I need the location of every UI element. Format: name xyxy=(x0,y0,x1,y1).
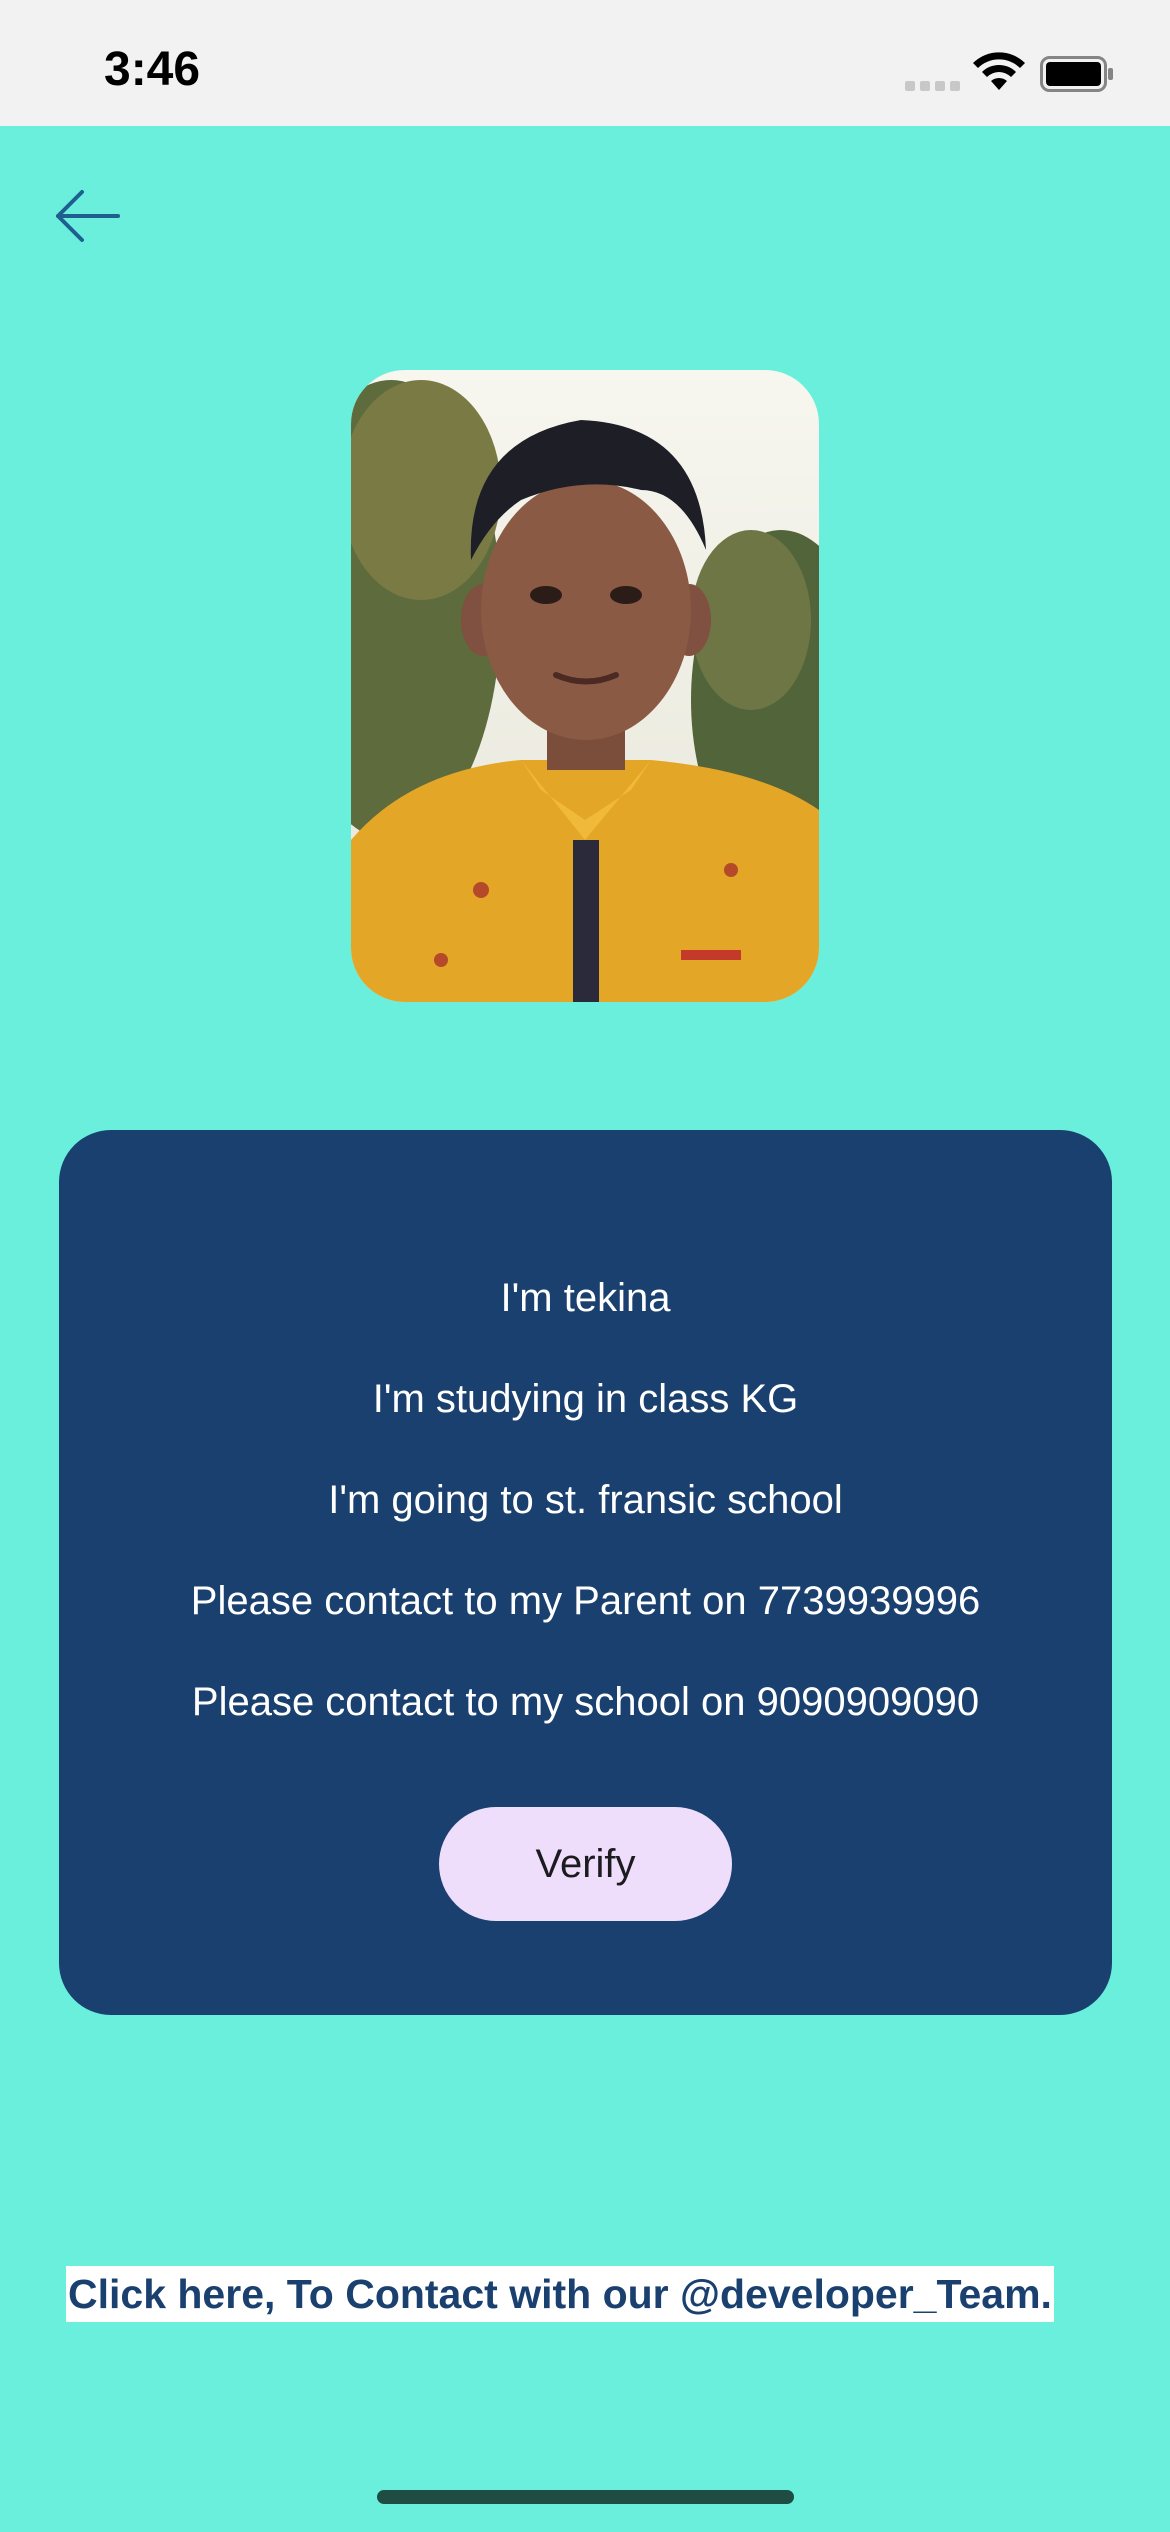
verify-button[interactable]: Verify xyxy=(439,1807,732,1921)
school-text: I'm going to st. fransic school xyxy=(328,1478,843,1522)
info-card: I'm tekina I'm studying in class KG I'm … xyxy=(59,1130,1112,2015)
name-text: I'm tekina xyxy=(500,1276,671,1320)
battery-icon xyxy=(1040,56,1113,92)
cellular-signal-icon xyxy=(905,81,961,91)
back-button[interactable] xyxy=(48,180,132,252)
class-text: I'm studying in class KG xyxy=(372,1377,799,1421)
arrow-left-icon xyxy=(56,190,120,242)
status-bar: 3:46 xyxy=(0,0,1170,126)
parent-contact-text: Please contact to my Parent on 773993999… xyxy=(190,1579,981,1623)
developer-contact-link[interactable]: Click here, To Contact with our @develop… xyxy=(66,2266,1054,2322)
wifi-icon xyxy=(973,52,1025,90)
child-photo xyxy=(351,370,819,1002)
status-time: 3:46 xyxy=(104,43,201,96)
school-contact-text: Please contact to my school on 909090909… xyxy=(191,1680,980,1724)
home-indicator xyxy=(377,2490,794,2504)
